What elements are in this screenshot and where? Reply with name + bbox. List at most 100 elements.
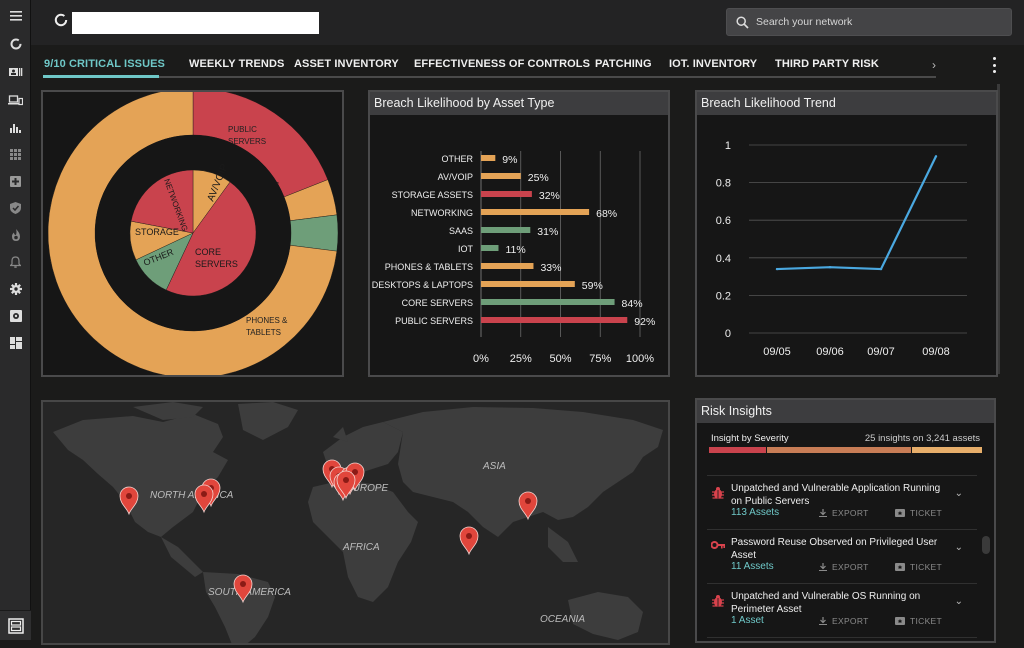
y-tick-label: 0.6	[716, 215, 731, 227]
category-label: IOT	[458, 244, 474, 254]
bar-chart-icon[interactable]	[0, 118, 31, 138]
bar[interactable]	[481, 281, 575, 287]
bar[interactable]	[481, 155, 496, 161]
settings-box-icon[interactable]	[0, 306, 31, 326]
bar[interactable]	[481, 209, 590, 215]
x-tick-label: 25%	[510, 353, 532, 365]
world-map-panel[interactable]: NORTH AMERICA SOUTH AMERICA EUROPE AFRIC…	[41, 400, 670, 647]
export-button[interactable]: EXPORT	[819, 562, 869, 572]
tab-iot-inventory[interactable]: IOT. INVENTORY	[669, 58, 757, 70]
shield-check-icon[interactable]	[0, 198, 31, 218]
y-tick-label: 0.2	[716, 290, 731, 302]
insight-item[interactable]: Password Reuse Observed on Privileged Us…	[707, 529, 977, 583]
more-options-icon[interactable]	[991, 57, 997, 73]
panel-title: Risk Insights	[697, 400, 994, 423]
insight-assets-link[interactable]: 11 Assets	[731, 561, 774, 572]
bar[interactable]	[481, 191, 532, 197]
bar-value-label: 11%	[505, 244, 525, 256]
menu-icon[interactable]	[0, 6, 31, 26]
grid-icon[interactable]	[0, 144, 31, 164]
download-icon	[819, 509, 827, 517]
risk-insights-panel: Risk Insights Insight by Severity 25 ins…	[695, 398, 996, 643]
x-tick-label: 100%	[626, 353, 654, 365]
category-label: PUBLIC SERVERS	[395, 316, 473, 326]
tabs-scroll-right-button[interactable]: ›	[932, 58, 936, 72]
bar[interactable]	[481, 173, 521, 179]
trend-point[interactable]	[775, 267, 779, 271]
spinner-icon[interactable]	[0, 34, 31, 54]
map-pin-icon[interactable]	[194, 484, 214, 514]
asset-donut-chart: PUBLICSERVERSSAASIOTPHONES &TABLETSAV/VO…	[47, 87, 339, 379]
expand-chevron-icon[interactable]: ⌄	[955, 596, 963, 607]
expand-chevron-icon[interactable]: ⌄	[955, 488, 963, 499]
expand-chevron-icon[interactable]: ⌄	[955, 542, 963, 553]
insights-scrollbar-thumb[interactable]	[982, 536, 990, 554]
map-pin-icon[interactable]	[459, 526, 479, 556]
panel-toggle-icon	[7, 617, 24, 634]
bar-value-label: 68%	[596, 208, 617, 220]
gear-icon[interactable]	[0, 279, 31, 299]
export-button[interactable]: EXPORT	[819, 616, 869, 626]
bar[interactable]	[481, 299, 615, 305]
app-title-box	[72, 12, 319, 34]
world-map[interactable]: NORTH AMERICA SOUTH AMERICA EUROPE AFRIC…	[43, 402, 668, 647]
tab-asset-inventory[interactable]: ASSET INVENTORY	[294, 58, 399, 70]
trend-point[interactable]	[879, 267, 883, 271]
bar[interactable]	[481, 317, 628, 323]
tab-weekly-trends[interactable]: WEEKLY TRENDS	[189, 58, 284, 70]
plus-box-icon[interactable]	[0, 171, 31, 191]
bar-value-label: 32%	[539, 190, 560, 202]
fire-icon[interactable]	[0, 225, 31, 245]
x-tick-label: 09/05	[763, 346, 791, 358]
landmasses	[53, 402, 663, 647]
ticket-icon	[895, 509, 905, 517]
export-button[interactable]: EXPORT	[819, 508, 869, 518]
asset-donut-panel: PUBLICSERVERSSAASIOTPHONES &TABLETSAV/VO…	[41, 87, 344, 379]
y-tick-label: 0.4	[716, 253, 731, 265]
insight-assets-link[interactable]: 1 Asset	[731, 615, 764, 626]
panel-title: Breach Likelihood Trend	[697, 92, 996, 115]
insight-assets-link[interactable]: 113 Assets	[731, 507, 779, 518]
donut-inner-label: STORAGE	[135, 227, 179, 237]
y-tick-label: 0	[725, 328, 731, 340]
tab-patching[interactable]: PATCHING	[595, 58, 652, 70]
tab-third-party-risk[interactable]: THIRD PARTY RISK	[775, 58, 879, 70]
breach-trend-chart: 0 0.2 0.4 0.6 0.8 1 09/05 09/06 09/07 09/08	[716, 140, 967, 358]
bar-value-label: 25%	[528, 172, 549, 184]
bar-value-label: 33%	[540, 262, 561, 274]
map-label: ASIA	[482, 461, 506, 472]
insight-item[interactable]: Unpatched and Vulnerable OS Running on P…	[707, 583, 977, 637]
search-box[interactable]	[726, 8, 1012, 36]
bar[interactable]	[481, 263, 534, 269]
map-label: NORTH AMERICA	[150, 490, 234, 501]
ticket-button[interactable]: TICKET	[895, 616, 942, 626]
map-label: OCEANIA	[540, 614, 585, 625]
ticket-button[interactable]: TICKET	[895, 508, 942, 518]
id-card-icon[interactable]	[0, 62, 31, 82]
ticket-icon	[895, 563, 905, 571]
tab-critical-issues[interactable]: 9/10 CRITICAL ISSUES	[44, 58, 165, 70]
devices-icon[interactable]	[0, 90, 31, 110]
severity-bar	[709, 447, 983, 453]
severity-high-segment	[709, 447, 766, 453]
bar-value-label: 84%	[622, 298, 643, 310]
breach-bar-chart: 0% 25% 50% 75% 100% OTHER 9% AV/VOIP 25% STORAGE …	[372, 151, 655, 365]
panel-toggle-button[interactable]	[0, 610, 31, 640]
bar-value-label: 9%	[502, 154, 517, 166]
donut-outer-slice[interactable]	[290, 214, 339, 252]
tab-effectiveness-of-controls[interactable]: EFFECTIVENESS OF CONTROLS	[414, 58, 590, 70]
insight-item[interactable]: Unpatched and Vulnerable Application Run…	[707, 475, 977, 529]
insight-title: Unpatched and Vulnerable Application Run…	[731, 483, 941, 507]
search-input[interactable]	[756, 16, 996, 28]
trend-point[interactable]	[828, 266, 832, 269]
y-tick-label: 1	[725, 140, 731, 152]
bar[interactable]	[481, 245, 499, 251]
bar[interactable]	[481, 227, 531, 233]
logo-icon	[54, 13, 68, 27]
dashboard-icon[interactable]	[0, 333, 31, 353]
ticket-button[interactable]: TICKET	[895, 562, 942, 572]
panel-title: Breach Likelihood by Asset Type	[370, 92, 668, 115]
trend-point[interactable]	[934, 155, 938, 158]
y-tick-label: 0.8	[716, 178, 731, 190]
bell-icon[interactable]	[0, 252, 31, 272]
